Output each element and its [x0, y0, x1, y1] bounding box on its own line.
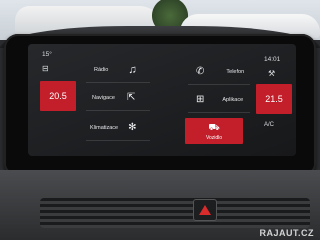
right-temperature-button[interactable]: 21.5 [256, 84, 292, 114]
menu-item-navigation[interactable]: Navigace ⇱ [86, 86, 150, 111]
menu-item-label: Vozidlo [205, 134, 223, 141]
menu-item-label: Navigace [92, 95, 115, 101]
navigation-icon: ⇱ [126, 92, 136, 103]
hazard-icon [199, 205, 211, 215]
menu-item-label: Aplikace [222, 97, 244, 103]
apps-grid-icon: ⊞ [196, 94, 205, 105]
menu-item-climate[interactable]: Klimatizace ✻ [86, 116, 150, 141]
photo-scene: 15° ⊟ 14:01 ⚒ 20.5 21.5 A/C Rádio ♫ Navi… [0, 0, 320, 240]
menu-item-phone[interactable]: ✆ Telefon [188, 60, 250, 85]
music-note-icon: ♫ [128, 63, 137, 76]
air-vent [40, 198, 310, 228]
phone-icon: ✆ [196, 66, 205, 77]
hazard-button[interactable] [193, 199, 217, 221]
right-temperature-value: 21.5 [265, 94, 283, 104]
menu-item-label: Klimatizace [90, 125, 119, 131]
menu-item-apps[interactable]: ⊞ Aplikace [188, 88, 250, 113]
left-temperature-value: 20.5 [49, 91, 67, 101]
outside-temperature: 15° [42, 51, 52, 58]
wrench-icon[interactable]: ⚒ [268, 69, 275, 78]
fan-icon: ✻ [128, 122, 137, 133]
infotainment-screen[interactable]: 15° ⊟ 14:01 ⚒ 20.5 21.5 A/C Rádio ♫ Navi… [28, 44, 296, 156]
menu-item-label: Telefon [226, 69, 245, 75]
left-temperature-button[interactable]: 20.5 [40, 81, 76, 111]
ac-label[interactable]: A/C [264, 122, 274, 128]
watermark: RAJAUT.CZ [259, 228, 314, 238]
menu-item-vehicle[interactable]: ⛟ Vozidlo [185, 118, 243, 144]
menu-item-label: Rádio [94, 67, 109, 73]
clock: 14:01 [264, 56, 281, 63]
menu-item-radio[interactable]: Rádio ♫ [86, 58, 150, 83]
car-icon: ⛟ [208, 121, 220, 132]
rear-defrost-icon[interactable]: ⊟ [42, 64, 49, 73]
